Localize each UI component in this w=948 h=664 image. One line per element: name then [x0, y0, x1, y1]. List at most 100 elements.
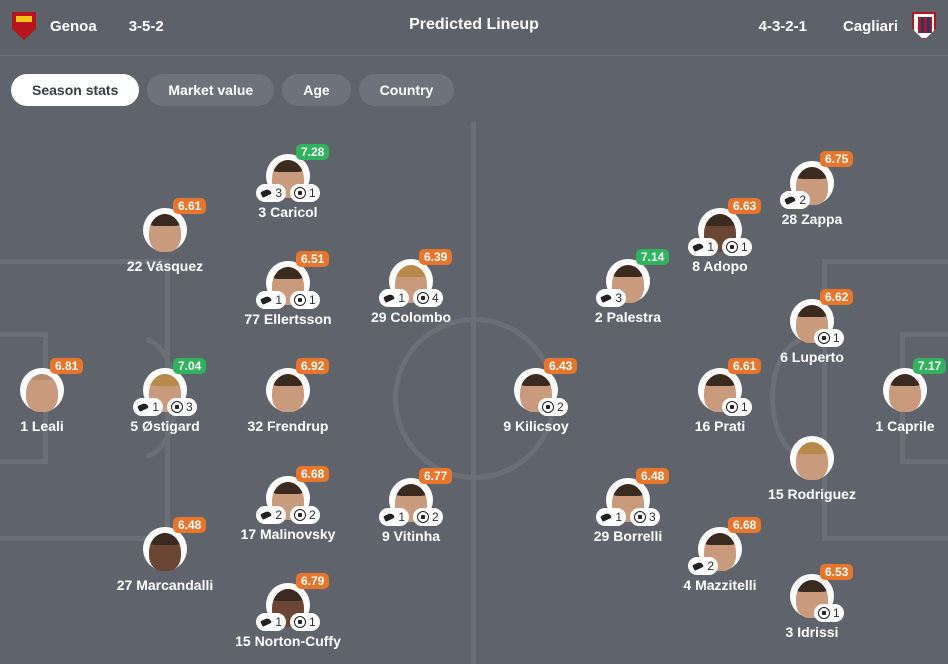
boot-icon [383, 292, 395, 304]
player-name: 9 Kilicsoy [503, 418, 569, 434]
player-photo: 6.39 1 4 [379, 249, 453, 307]
ball-icon [294, 294, 306, 306]
player-frendrup[interactable]: 6.92 32 Frendrup [213, 358, 363, 434]
player-rating: 6.53 [820, 564, 854, 580]
assists-badge: 1 [256, 291, 286, 309]
tab-age[interactable]: Age [282, 74, 351, 106]
goals-badge: 3 [630, 508, 660, 526]
goals-badge: 1 [290, 613, 320, 631]
assists-badge: 1 [379, 508, 409, 526]
player-rating: 6.39 [419, 249, 453, 265]
player-luperto[interactable]: 6.62 1 6 Luperto [737, 289, 887, 365]
goals-badge: 1 [290, 291, 320, 309]
goals-badge: 2 [290, 506, 320, 524]
player-photo: 6.48 [143, 517, 207, 571]
player-rating: 6.62 [820, 289, 854, 305]
player-norton-cuffy[interactable]: 6.79 1 1 15 Norton-Cuffy [213, 573, 363, 649]
player-rating: 6.68 [728, 517, 762, 533]
player-kilicsoy[interactable]: 6.43 2 9 Kilicsoy [461, 358, 611, 434]
player-name: 3 Caricol [258, 204, 318, 220]
ball-icon [417, 292, 429, 304]
ball-icon [818, 607, 830, 619]
goals-badge: 2 [538, 398, 568, 416]
player-rating: 7.17 [913, 358, 947, 374]
player-name: 29 Colombo [370, 309, 452, 325]
player-photo: 6.43 2 [514, 358, 578, 416]
cagliari-crest-icon [912, 12, 936, 40]
player-photo: 7.14 3 [596, 249, 670, 307]
player-photo: 7.28 3 1 [256, 144, 330, 202]
player-name: 2 Palestra [594, 309, 662, 325]
ball-icon [818, 332, 830, 344]
goals-badge: 1 [814, 329, 844, 347]
assists-badge: 1 [379, 289, 409, 307]
player-photo [790, 436, 834, 480]
player-photo: 6.61 1 [698, 358, 762, 416]
player-caricol[interactable]: 7.28 3 1 3 Caricol [213, 144, 363, 220]
goals-badge: 3 [167, 398, 197, 416]
player-caprile[interactable]: 7.17 1 Caprile [830, 358, 948, 434]
player-name: 15 Norton-Cuffy [235, 633, 341, 649]
player-name: 16 Prati [694, 418, 746, 434]
player-photo: 6.51 1 1 [256, 251, 330, 309]
player-rating: 7.04 [173, 358, 207, 374]
ball-icon [294, 509, 306, 521]
player-rating: 7.28 [296, 144, 330, 160]
boot-icon [600, 511, 612, 523]
player-name: 3 Idrissi [785, 624, 839, 640]
player-rating: 6.77 [419, 468, 453, 484]
player-name: 15 Rodriguez [768, 486, 856, 502]
boot-icon [692, 560, 704, 572]
boot-icon [383, 511, 395, 523]
boot-icon [260, 294, 272, 306]
player-rating: 6.75 [820, 151, 854, 167]
goals-badge: 4 [413, 289, 443, 307]
player-rating: 6.92 [296, 358, 330, 374]
tab-market-value[interactable]: Market value [147, 74, 275, 106]
player-photo: 6.92 [266, 358, 330, 412]
player-rating: 6.68 [296, 466, 330, 482]
player-photo: 6.81 [20, 358, 84, 412]
ball-icon [294, 616, 306, 628]
ball-icon [634, 511, 646, 523]
player-name: 6 Luperto [780, 349, 844, 365]
goals-badge: 2 [413, 508, 443, 526]
away-team[interactable]: 4-3-2-1 Cagliari [759, 0, 936, 52]
player-name: 8 Adopo [692, 258, 748, 274]
player-photo: 6.79 1 1 [256, 573, 330, 631]
player-idrissi[interactable]: 6.53 1 3 Idrissi [737, 564, 887, 640]
ball-icon [417, 511, 429, 523]
assists-badge: 3 [256, 184, 286, 202]
boot-icon [260, 187, 272, 199]
pitch: 6.81 1 Leali 6.61 22 Vásquez 7.04 1 3 5 … [0, 122, 948, 664]
player-photo: 6.62 1 [790, 289, 854, 347]
player-rodriguez[interactable]: 15 Rodriguez [737, 436, 887, 502]
assists-badge: 1 [688, 238, 718, 256]
player-name: 1 Caprile [875, 418, 935, 434]
player-vitinha[interactable]: 6.77 1 2 9 Vitinha [336, 468, 486, 544]
stat-tabs: Season stats Market value Age Country [11, 74, 455, 106]
boot-icon [784, 194, 796, 206]
goals-badge: 1 [290, 184, 320, 202]
boot-icon [260, 616, 272, 628]
assists-badge: 1 [133, 398, 163, 416]
assists-badge: 1 [596, 508, 626, 526]
tab-season-stats[interactable]: Season stats [11, 74, 140, 106]
player-photo: 6.77 1 2 [379, 468, 453, 526]
assists-badge: 2 [780, 191, 810, 209]
boot-icon [692, 241, 704, 253]
ball-icon [294, 187, 306, 199]
goals-badge: 1 [722, 238, 752, 256]
player-rating: 6.48 [636, 468, 670, 484]
player-rating: 6.61 [173, 198, 207, 214]
player-photo: 6.68 2 [688, 517, 762, 575]
tab-country[interactable]: Country [358, 74, 455, 106]
goals-badge: 1 [814, 604, 844, 622]
player-name: 28 Zappa [781, 211, 843, 227]
player-rating: 6.48 [173, 517, 207, 533]
player-colombo[interactable]: 6.39 1 4 29 Colombo [336, 249, 486, 325]
ball-icon [171, 401, 183, 413]
player-zappa[interactable]: 6.75 2 28 Zappa [737, 151, 887, 227]
player-prati[interactable]: 6.61 1 16 Prati [645, 358, 795, 434]
player-photo: 6.53 1 [790, 564, 854, 622]
